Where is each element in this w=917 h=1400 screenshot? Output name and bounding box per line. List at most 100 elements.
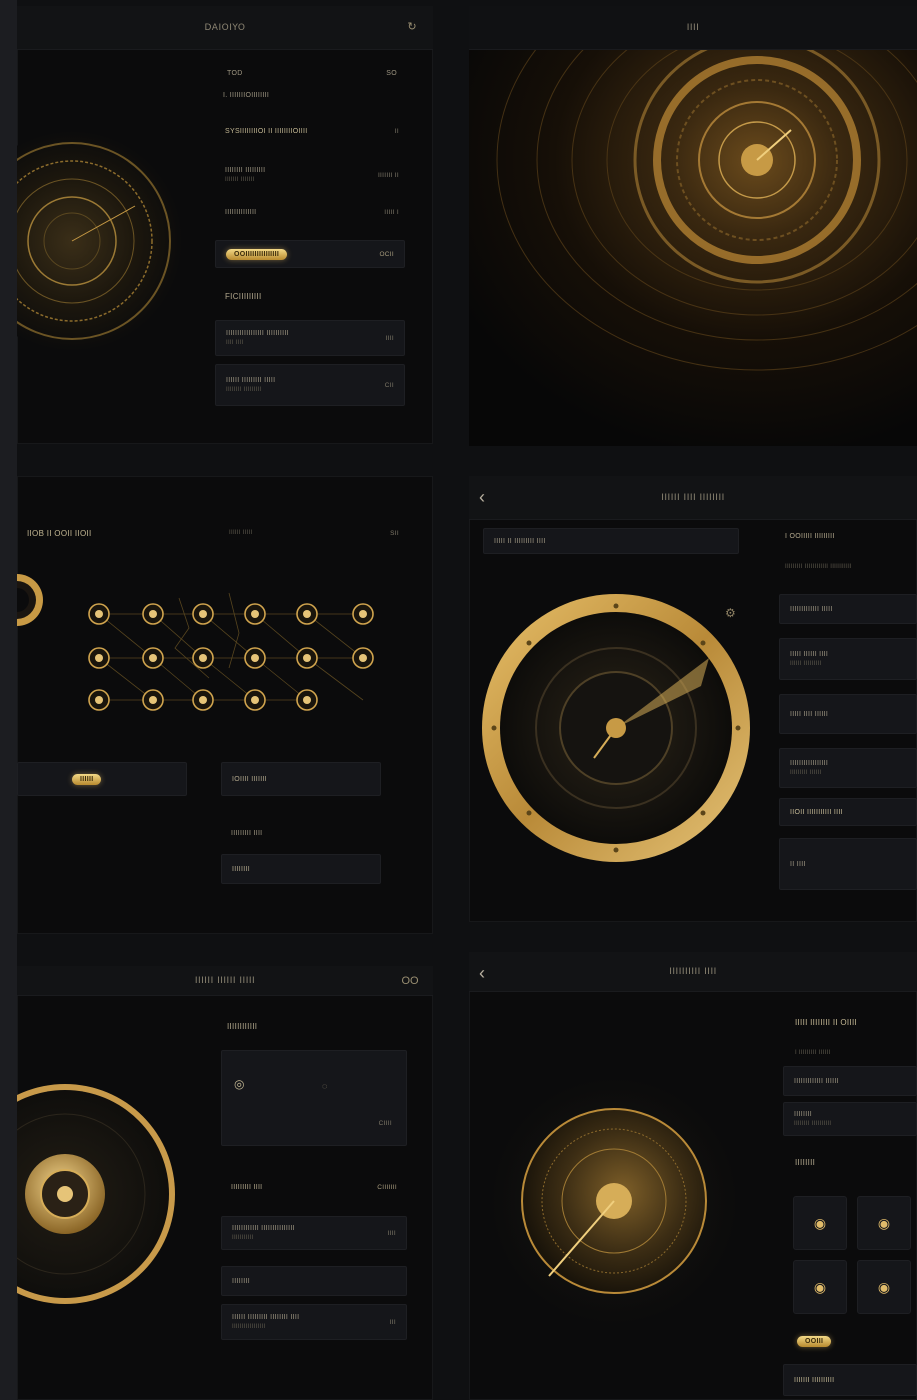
control-block[interactable]: ◎ ◌ CIIII	[221, 1050, 407, 1146]
panel-header: IIOB II OOII IIOII IIIIII IIIII SII	[17, 524, 409, 542]
settings-row[interactable]: IIIIIIII IIIIIIIII IIIIIII IIIIIII IIIII…	[215, 160, 409, 190]
turntable-dial[interactable]	[17, 1082, 177, 1306]
gold-pill[interactable]: OOIIIIIIIIIIIIIII	[226, 248, 288, 260]
refresh-icon[interactable]: ↻	[405, 20, 419, 34]
side-item-label: IIIII IIII IIIIII	[790, 710, 829, 718]
back-icon[interactable]: ‹	[479, 486, 497, 508]
tab-row[interactable]: TOD SO	[217, 66, 407, 80]
control-row[interactable]: IIIIII IIIIIIIII IIIIIIII IIII IIIIIIIII…	[221, 1304, 407, 1340]
action-card[interactable]: IOIIII IIIIIII	[221, 762, 381, 796]
side-subheader: IIIIIIIII IIIIIIIIIIII IIIIIIIIIII	[775, 560, 917, 574]
large-gold-dial[interactable]	[479, 588, 759, 868]
card-value: CII	[384, 381, 394, 389]
row-label: IIIIIIIII IIII	[231, 1183, 263, 1191]
row-value: IIIIIII II	[377, 171, 399, 179]
settings-icon[interactable]: ⚙	[725, 606, 736, 620]
gold-pill[interactable]: IIIIII	[72, 773, 102, 785]
footer-label: IIIIIII IIIIIIIIII	[794, 1376, 835, 1384]
knob-tile[interactable]: ◉	[857, 1260, 911, 1314]
footer-button[interactable]: IIIIIII IIIIIIIIII	[783, 1364, 917, 1396]
panel-header: DAIOIYO ↻	[17, 6, 433, 50]
panel-dial-control: ‹ IIIIII IIII IIIIIIII IIIII II IIIIIIII…	[469, 476, 917, 922]
side-item-label: II IIII	[790, 860, 806, 868]
pill-bar[interactable]: IIIIII	[17, 762, 187, 796]
section-title: IIIIIIIIIIII	[227, 1022, 258, 1031]
list-item[interactable]: IIIIIIII	[221, 854, 381, 884]
graph-node[interactable]	[88, 603, 110, 625]
side-item[interactable]: IIIIIIIIIIIIIIIII IIIIIIIII IIIIII	[779, 748, 917, 788]
graph-node[interactable]	[192, 647, 214, 669]
settings-row[interactable]: SYSIIIIIIIIOI II IIIIIIIIOIIII II	[215, 118, 409, 144]
node-graph[interactable]	[79, 588, 399, 718]
panel-title: IIIIII IIIIII IIIII	[194, 975, 256, 986]
settings-row[interactable]: IIIIIIIIIIIIII IIIII I	[215, 204, 409, 220]
knob-icon: ◉	[877, 1278, 891, 1295]
graph-node[interactable]	[296, 647, 318, 669]
pill-row[interactable]: OOIII	[787, 1332, 913, 1350]
info-card[interactable]: IIIIII IIIIIIIII IIIII IIIIIIII IIIIIIII…	[215, 364, 405, 406]
graph-node[interactable]	[244, 689, 266, 711]
knob-tile[interactable]: ◉	[793, 1196, 847, 1250]
graph-node[interactable]	[296, 689, 318, 711]
side-card-sublabel: IIIIIIII IIIIIIIIII	[794, 1121, 832, 1127]
list-item[interactable]: IIIIIIIII IIII	[221, 822, 381, 844]
knob-icon: ◉	[813, 1278, 827, 1295]
graph-node[interactable]	[142, 603, 164, 625]
row-value: III	[389, 1318, 396, 1326]
row-label: IIIIII IIIIIIIII IIIIIIII IIII	[232, 1314, 300, 1321]
panel-controls: IIIIII IIIIII IIIII OO IIIIIIIIIIII ◎ ◌ …	[17, 966, 433, 1400]
row-value: IIIII I	[384, 208, 399, 216]
side-item-label: IIIIIIIIIIIII IIIII	[790, 605, 833, 613]
panel-artwork: IIII	[469, 6, 917, 446]
side-item[interactable]: IIIII IIIIII IIII IIIIII IIIIIIIII	[779, 638, 917, 680]
control-row[interactable]: IIIIIIIII IIII CIIIIIII	[221, 1178, 407, 1196]
graph-node[interactable]	[88, 689, 110, 711]
pill-value: OCII	[379, 250, 394, 258]
side-card[interactable]: IIIIIIIIIIIII IIIIII	[783, 1066, 917, 1096]
timer-icon[interactable]: OO	[399, 974, 421, 988]
back-icon[interactable]: ‹	[479, 962, 497, 984]
panel-title: IIOB II OOII IIOII	[27, 528, 92, 538]
side-card-text: IIIIIIII IIIIIIII IIIIIIIIII	[794, 1111, 831, 1127]
side-item[interactable]: IIIIIIIIIIIII IIIII	[779, 594, 917, 624]
side-item[interactable]: IIIII IIII IIIIII	[779, 694, 917, 734]
control-row[interactable]: IIIIIIII	[221, 1266, 407, 1296]
search-text: IIIII II IIIIIIIII IIII	[494, 537, 546, 545]
side-item-label: IIIIIIIIIIIIIIIII	[790, 760, 829, 767]
timer-icon[interactable]: ◎	[234, 1077, 245, 1091]
row-value: IIII	[387, 1229, 396, 1237]
graph-node[interactable]	[296, 603, 318, 625]
graph-node[interactable]	[352, 603, 374, 625]
info-card[interactable]: IIIIIIIIIIIIIIIII IIIIIIIIII IIII IIII I…	[215, 320, 405, 356]
graph-node[interactable]	[192, 603, 214, 625]
panel-header: IIIIII IIIIII IIIII OO	[17, 966, 433, 996]
knob-tile[interactable]: ◉	[857, 1196, 911, 1250]
side-card[interactable]: IIIIIIII IIIIIIII IIIIIIIIII	[783, 1102, 917, 1136]
knob-icon[interactable]: ◌	[322, 1081, 328, 1091]
card-sublabel: IIIIIIII IIIIIIIII	[226, 387, 262, 393]
graph-node[interactable]	[88, 647, 110, 669]
side-item[interactable]: IIOII IIIIIIIIIII IIII	[779, 798, 917, 826]
list-label: IIIIIIIII IIII	[231, 829, 263, 837]
graph-node[interactable]	[142, 647, 164, 669]
card-label: IIIIIIIIIIIIIIIII IIIIIIIIII	[226, 330, 289, 337]
graph-node[interactable]	[244, 603, 266, 625]
gold-pill[interactable]: OOIII	[797, 1335, 832, 1347]
knob-tile[interactable]: ◉	[793, 1260, 847, 1314]
side-card-label: IIIIIIIIIIIII IIIIII	[794, 1077, 839, 1085]
side-item[interactable]: II IIII	[779, 838, 917, 890]
graph-node[interactable]	[352, 647, 374, 669]
highlight-row[interactable]: OOIIIIIIIIIIIIIII OCII	[215, 240, 405, 268]
control-row[interactable]: IIIIIIIIIIII IIIIIIIIIIIIIII IIIIIIIIIII…	[221, 1216, 407, 1250]
graph-node[interactable]	[192, 689, 214, 711]
side-subheader-label: I IIIIIIIII IIIIII	[795, 1050, 831, 1056]
card-value: IIII	[385, 334, 394, 342]
card-text: IIIIIIIIIIIIIIIII IIIIIIIIII IIII IIII	[226, 330, 289, 346]
graph-node[interactable]	[142, 689, 164, 711]
side-item-label: IIIII IIIIII IIII	[790, 651, 829, 658]
search-bar[interactable]: IIIII II IIIIIIIII IIII	[483, 528, 739, 554]
panel-settings: DAIOIYO ↻ TOD SO I. IIIIIIIOIIIIIIII SYS…	[17, 6, 433, 444]
engraved-dial[interactable]	[489, 1076, 739, 1326]
side-item-sublabel: IIIIII IIIIIIIII	[790, 661, 822, 667]
graph-node[interactable]	[244, 647, 266, 669]
